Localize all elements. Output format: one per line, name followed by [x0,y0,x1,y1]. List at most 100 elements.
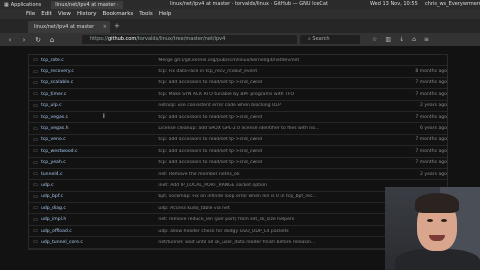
bookmark-icon[interactable]: ☆ [372,36,377,43]
presenter-eye-left [427,219,433,222]
browser-menubar: File Edit View History Bookmarks Tools H… [0,9,480,19]
file-row[interactable]: ▭ tunnel4.c net: Remove the member netns_o… [29,169,448,181]
file-icon: ▭ [33,102,38,109]
file-name-link[interactable]: tcp_recovery.c [41,69,158,74]
file-name-link[interactable]: tcp_ulp.c [41,103,158,108]
file-icon: ▭ [33,239,38,246]
webcam-overlay [385,187,480,270]
library-icon[interactable]: ▥ [385,36,391,43]
taskbar-window-button[interactable]: linux/net/ipv4 at master · [51,0,123,9]
file-icon: ▭ [33,91,38,98]
presenter-hair [415,193,459,213]
menu-icon[interactable]: ≡ [424,36,429,43]
file-row[interactable]: ▭ tcp_timer.c tcp: Make SYN ACK RTO tunabl… [29,89,448,101]
commit-message-link[interactable]: net/tunnel: wait until all sk_user_data … [158,240,387,245]
file-icon: ▭ [33,125,38,132]
file-name-link[interactable]: udp_impl.h [41,217,158,222]
file-name-link[interactable]: tcp_veno.c [41,137,158,142]
commit-message-link[interactable]: tcp: add accessors to read/set tp->snd_c… [158,137,387,142]
file-name-link[interactable]: udp_bpf.c [41,194,158,199]
commit-message-link[interactable]: udp: allow header check for dodgy GSO_UD… [158,229,387,234]
file-icon: ▭ [33,79,38,86]
file-name-link[interactable]: tcp_vegas.c [41,115,158,120]
file-row[interactable]: ▭ tcp_ulp.c net/ulp: use consistent error … [29,101,447,112]
file-icon: ▭ [33,68,38,75]
file-row[interactable]: ▭ tcp_westwood.c tcp: add accessors to rea… [29,146,448,158]
file-name-link[interactable]: udp_tunnel_core.c [41,240,158,245]
file-name-link[interactable]: tcp_timer.c [41,92,158,97]
file-name-link[interactable]: udp_diag.c [41,206,158,211]
menu-tools[interactable]: Tools [139,11,153,17]
commit-message-link[interactable]: tcp: add accessors to read/set tp->snd_c… [158,160,387,165]
clock: Wed 13 Nov, 10:55 [370,1,418,7]
commit-message-link[interactable]: tcp: add accessors to read/set tp->snd_c… [158,80,387,85]
commit-age: 7 months ago [415,137,448,143]
menu-history[interactable]: History [77,11,97,17]
file-name-link[interactable]: tcp_rate.c [41,58,158,63]
presenter-shirt [395,249,480,270]
tab-linux-ipv4[interactable]: linux/net/ipv4 at master × [28,21,110,33]
file-row[interactable]: ▭ tcp_recovery.c tcp: Fix data-race in tcp… [29,66,447,78]
commit-message-link[interactable]: inet: Add IP_LOCAL_PORT_RANGE socket opt… [158,183,387,188]
commit-message-link[interactable]: net: remove reduce_len (per port) from s… [158,217,387,222]
home-icon[interactable]: ⌂ [48,36,56,44]
commit-age: 7 months ago [415,114,448,120]
file-name-link[interactable]: tcp_westwood.c [41,149,158,154]
presenter-eye-right [441,219,447,222]
commit-message-link[interactable]: tcp: add accessors to read/set tp->snd_c… [158,149,387,154]
menu-bookmarks[interactable]: Bookmarks [103,11,134,17]
commit-message-link[interactable]: Merge git://git.kernel.org/pub/scm/linux… [158,58,387,63]
commit-message-link[interactable]: tcp: add accessors to read/set tp->snd_c… [158,115,387,120]
commit-message-link[interactable]: tcp: Make SYN ACK RTO tunable by BPF pro… [158,92,387,97]
file-row[interactable]: ▭ tcp_vegas.c tcp: add accessors to read/s… [29,112,448,124]
file-name-link[interactable]: udp_offload.c [41,229,158,234]
file-name-link[interactable]: tcp_vegas.h [41,126,158,131]
menu-edit[interactable]: Edit [41,11,52,17]
commit-message-link[interactable]: tcp: Fix data-race in tcp_recv_rcvbuf_ev… [158,69,387,74]
file-row[interactable]: ▭ tcp_veno.c tcp: add accessors to read/se… [29,135,448,147]
url-path: /torvalds/linux/tree/master/net/ipv4 [136,36,226,42]
commit-age: 7 months ago [415,148,448,154]
commit-message-link[interactable]: License cleanup: add SPDX GPL-2.0 licens… [158,126,387,131]
file-row[interactable]: ▭ tcp_vegas.h License cleanup: add SPDX GP… [29,123,447,135]
back-icon[interactable]: ‹ [6,36,14,44]
menu-file[interactable]: File [26,11,35,17]
applications-label: Applications [10,1,42,8]
commit-age: 2 years ago [419,171,448,177]
commit-age: 7 months ago [415,91,448,97]
commit-message-link[interactable]: udp: Access kudo_table via net [158,206,387,211]
commit-message-link[interactable]: net/ulp: use consistent error code when … [158,103,387,108]
file-icon: ▭ [33,205,38,212]
home-button-icon[interactable]: ⌂ [412,36,416,43]
file-name-link[interactable]: tunnel4.c [41,172,158,177]
user-menu[interactable]: chris_ws_Everywrmem [425,0,480,9]
commit-message-link[interactable]: bpf, sockmap: Fix an infinite loop error… [158,194,387,199]
address-bar[interactable]: https://github.com/torvalds/linux/tree/m… [82,35,297,44]
menu-help[interactable]: Help [159,11,172,17]
commit-age: 7 months ago [415,80,448,86]
forward-icon[interactable]: › [20,36,28,44]
applications-menu[interactable]: ▦ Applications [0,2,41,8]
search-input[interactable]: ⌕ Search [300,35,360,44]
file-row[interactable]: ▭ tcp_scalable.c tcp: add accessors to rea… [29,78,448,90]
close-icon[interactable]: × [103,21,107,33]
menu-view[interactable]: View [58,11,71,17]
file-icon: ▭ [33,136,38,143]
download-icon[interactable]: ↓ [399,36,404,43]
file-name-link[interactable]: tcp_yeah.c [41,160,158,165]
reload-icon[interactable]: ↻ [34,36,42,44]
file-icon: ▭ [33,171,38,178]
file-icon: ▭ [33,193,38,200]
file-name-link[interactable]: udp.c [41,183,158,188]
mouse-cursor-icon: I [103,113,105,120]
file-row[interactable]: ▭ tcp_rate.c Merge git://git.kernel.org/pu… [29,55,447,67]
new-tab-icon[interactable]: + [114,22,120,30]
commit-age: 7 months ago [415,160,448,166]
file-row[interactable]: ▭ tcp_yeah.c tcp: add accessors to read/se… [29,158,447,169]
file-icon: ▭ [33,182,38,189]
file-name-link[interactable]: tcp_scalable.c [41,80,158,85]
os-top-panel: ▦ Applications linux/net/ipv4 at master … [0,0,480,9]
window-title: linux/net/ipv4 at master · torvalds/linu… [170,1,328,7]
commit-message-link[interactable]: net: Remove the member netns_ok [158,172,387,177]
url-domain: github.com [107,36,137,42]
